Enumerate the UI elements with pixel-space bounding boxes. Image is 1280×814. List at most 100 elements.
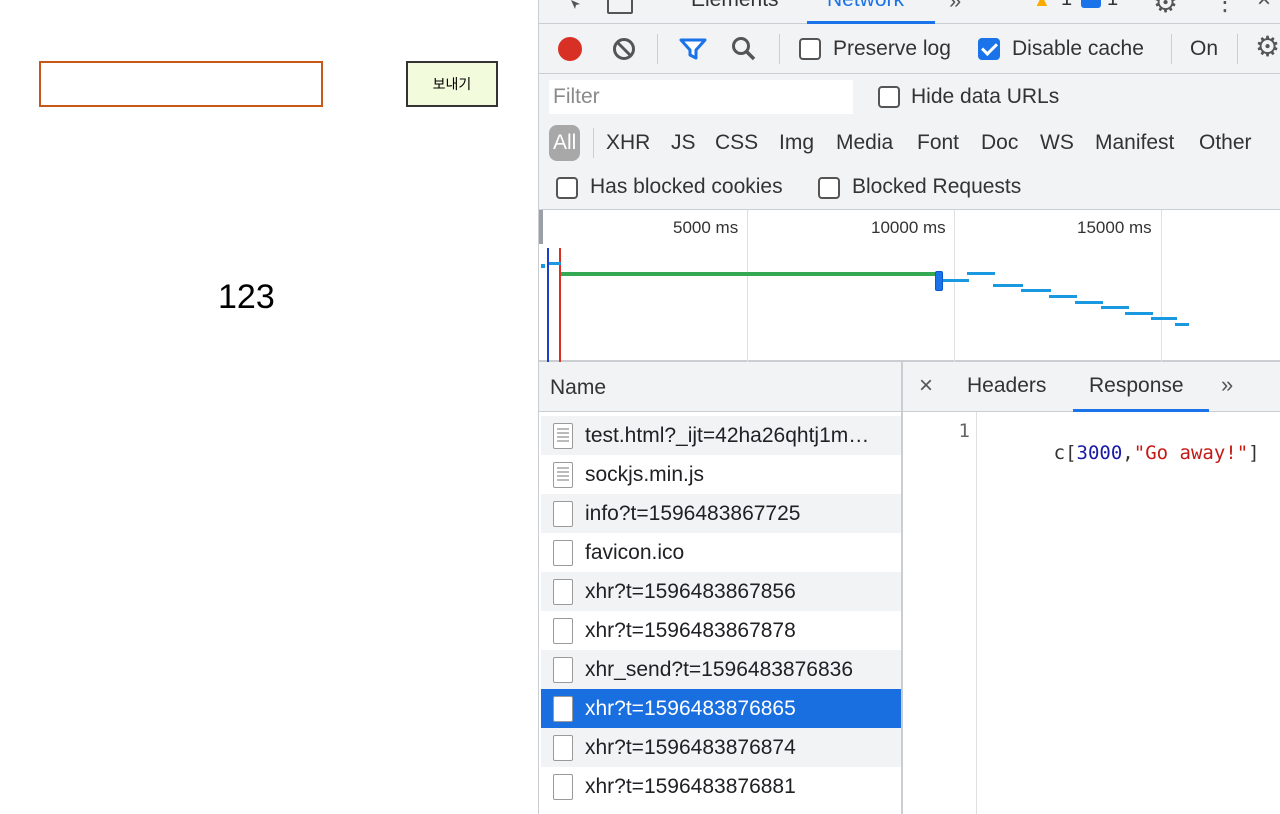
request-name: xhr?t=1596483876874	[585, 736, 796, 759]
active-tab-indicator	[1073, 409, 1209, 412]
request-bar	[549, 262, 561, 265]
devtools-tab-bar: Elements Network » ▲ 1 1 ⚙ ⋮ ×	[539, 0, 1280, 24]
inspect-element-icon[interactable]	[561, 0, 585, 14]
settings-icon[interactable]: ⚙	[1153, 0, 1178, 19]
tab-elements[interactable]: Elements	[691, 0, 779, 12]
request-row[interactable]: test.html?_ijt=42ha26qhtj1m…	[541, 416, 901, 455]
network-settings-icon[interactable]: ⚙	[1255, 30, 1280, 63]
has-blocked-cookies-label[interactable]: Has blocked cookies	[590, 175, 783, 199]
preserve-log-label[interactable]: Preserve log	[833, 37, 951, 61]
send-button[interactable]: 보내기	[406, 61, 498, 107]
document-icon	[553, 462, 573, 488]
name-column-header[interactable]: Name	[539, 362, 901, 412]
response-body[interactable]: c[3000,"Go away!"]	[985, 420, 1260, 486]
network-overview-timeline[interactable]: 5000 ms 10000 ms 15000 ms	[539, 210, 1280, 362]
request-bar	[943, 279, 969, 282]
document-icon	[553, 423, 573, 449]
request-name: sockjs.min.js	[585, 463, 705, 486]
response-number: 3000	[1076, 442, 1123, 464]
device-toolbar-icon[interactable]	[607, 0, 633, 14]
type-filter-other[interactable]: Other	[1195, 125, 1256, 161]
response-comma: ,	[1122, 442, 1134, 464]
hide-data-urls-label[interactable]: Hide data URLs	[911, 85, 1059, 109]
warnings-count: 1	[1061, 0, 1072, 11]
close-devtools-icon[interactable]: ×	[1257, 0, 1271, 14]
type-filter-all[interactable]: All	[549, 125, 581, 161]
tab-headers[interactable]: Headers	[967, 374, 1046, 398]
type-filter-media[interactable]: Media	[832, 125, 897, 161]
blank-file-icon	[553, 501, 573, 527]
type-filter-xhr[interactable]: XHR	[602, 125, 654, 161]
toolbar-divider	[657, 34, 658, 64]
load-event-line	[559, 248, 561, 362]
clear-icon[interactable]	[612, 37, 636, 61]
overview-selection-handle[interactable]	[935, 271, 943, 291]
request-row[interactable]: info?t=1596483867725	[541, 494, 901, 533]
message-input[interactable]	[39, 61, 323, 107]
tab-response[interactable]: Response	[1089, 374, 1184, 398]
record-icon[interactable]	[558, 37, 582, 61]
filter-input[interactable]	[549, 80, 853, 114]
messages-count: 1	[1107, 0, 1118, 11]
type-filter-doc[interactable]: Doc	[977, 125, 1022, 161]
type-filter-manifest[interactable]: Manifest	[1091, 125, 1178, 161]
request-row[interactable]: sockjs.min.js	[541, 455, 901, 494]
type-filter-ws[interactable]: WS	[1036, 125, 1078, 161]
request-bar	[1075, 301, 1103, 304]
timeline-tick-label: 5000 ms	[673, 218, 739, 237]
request-bar	[1175, 323, 1189, 326]
request-row-selected[interactable]: xhr?t=1596483876865	[541, 689, 901, 728]
filter-bar: Hide data URLs All XHR JS CSS Img Media …	[539, 74, 1280, 210]
type-filter-img[interactable]: Img	[775, 125, 818, 161]
request-row[interactable]: favicon.ico	[541, 533, 901, 572]
timeline-gridline	[1161, 210, 1162, 362]
request-bar	[1101, 306, 1129, 309]
toolbar-divider	[1171, 34, 1172, 64]
request-row[interactable]: xhr?t=1596483867856	[541, 572, 901, 611]
tab-network[interactable]: Network	[827, 0, 904, 12]
request-row[interactable]: xhr?t=1596483876881	[541, 767, 901, 806]
request-row[interactable]: xhr_send?t=1596483876836	[541, 650, 901, 689]
warning-icon[interactable]: ▲	[1033, 0, 1051, 11]
type-filter-css[interactable]: CSS	[711, 125, 762, 161]
type-filter-font[interactable]: Font	[913, 125, 963, 161]
filter-icon[interactable]	[679, 37, 707, 61]
devtools-panel: Elements Network » ▲ 1 1 ⚙ ⋮ × Preserve …	[538, 0, 1280, 814]
more-tabs-icon[interactable]: »	[949, 0, 961, 14]
blank-file-icon	[553, 774, 573, 800]
has-blocked-cookies-checkbox[interactable]	[556, 177, 578, 199]
request-name: info?t=1596483867725	[585, 502, 801, 525]
close-detail-icon[interactable]: ×	[919, 372, 933, 400]
hide-data-urls-checkbox[interactable]	[878, 86, 900, 108]
type-filter-js[interactable]: JS	[667, 125, 700, 161]
search-icon[interactable]	[731, 36, 757, 62]
blank-file-icon	[553, 618, 573, 644]
blank-file-icon	[553, 540, 573, 566]
dom-content-loaded-line	[547, 248, 549, 362]
preserve-log-checkbox[interactable]	[799, 38, 821, 60]
disable-cache-checkbox[interactable]	[978, 38, 1000, 60]
request-name: favicon.ico	[585, 541, 685, 564]
blank-file-icon	[553, 579, 573, 605]
request-bar	[1049, 295, 1077, 298]
more-options-icon[interactable]: ⋮	[1213, 0, 1237, 17]
request-bar	[1021, 289, 1051, 292]
detail-tab-bar: × Headers Response »	[903, 362, 1280, 412]
throttling-select[interactable]: On	[1190, 37, 1218, 61]
request-detail-panel: × Headers Response » 1 c[3000,"Go away!"…	[903, 362, 1280, 814]
request-row[interactable]: xhr?t=1596483867878	[541, 611, 901, 650]
blocked-requests-checkbox[interactable]	[818, 177, 840, 199]
blank-file-icon	[553, 735, 573, 761]
blocked-requests-label[interactable]: Blocked Requests	[852, 175, 1021, 199]
more-tabs-icon[interactable]: »	[1221, 372, 1233, 398]
disable-cache-label[interactable]: Disable cache	[1012, 37, 1144, 61]
request-row[interactable]: xhr?t=1596483876874	[541, 728, 901, 767]
request-name: xhr?t=1596483876865	[585, 697, 796, 720]
timeline-gridline	[954, 210, 955, 362]
line-number-gutter: 1	[903, 412, 977, 814]
messages-icon[interactable]	[1081, 0, 1101, 8]
response-suffix: ]	[1248, 442, 1260, 464]
toolbar-divider	[779, 34, 780, 64]
overview-left-handle[interactable]	[539, 210, 543, 244]
response-string: "Go away!"	[1133, 442, 1249, 464]
